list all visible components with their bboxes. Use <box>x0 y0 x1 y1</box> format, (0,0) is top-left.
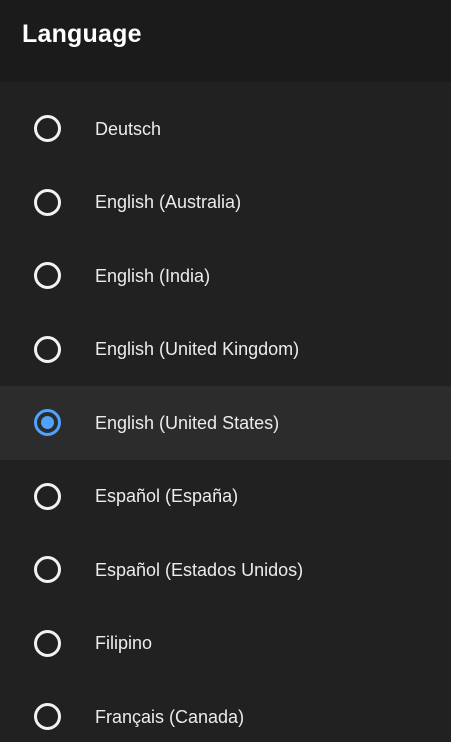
radio-unselected-icon <box>34 556 61 584</box>
radio-selected-icon <box>34 409 61 437</box>
radio-button[interactable] <box>33 702 62 731</box>
radio-unselected-icon <box>34 115 61 143</box>
radio-unselected-icon <box>34 482 61 510</box>
language-label: English (Australia) <box>95 192 242 213</box>
language-list[interactable]: Deutsch English (Australia) English (Ind… <box>0 82 451 742</box>
language-label: English (United States) <box>95 412 280 433</box>
radio-unselected-icon <box>34 629 61 657</box>
language-label: Filipino <box>95 633 153 654</box>
radio-button[interactable] <box>33 408 62 437</box>
language-screen: Language Deutsch English (Australia) Eng… <box>0 0 451 742</box>
radio-button[interactable] <box>33 114 62 143</box>
language-item-espanol-espana[interactable]: Español (España) <box>0 460 451 534</box>
language-item-english-united-kingdom[interactable]: English (United Kingdom) <box>0 313 451 387</box>
radio-unselected-icon <box>34 188 61 216</box>
page-title: Language <box>22 20 142 48</box>
radio-unselected-icon <box>34 703 61 731</box>
language-item-english-australia[interactable]: English (Australia) <box>0 166 451 240</box>
language-label: English (United Kingdom) <box>95 339 300 360</box>
language-label: Deutsch <box>95 118 162 139</box>
radio-unselected-icon <box>34 262 61 290</box>
radio-button[interactable] <box>33 555 62 584</box>
radio-button[interactable] <box>33 629 62 658</box>
language-item-filipino[interactable]: Filipino <box>0 607 451 681</box>
language-label: English (India) <box>95 265 211 286</box>
radio-unselected-icon <box>34 335 61 363</box>
radio-dot <box>41 416 54 430</box>
language-label: Español (España) <box>95 486 239 507</box>
header: Language <box>0 0 451 82</box>
radio-button[interactable] <box>33 482 62 511</box>
language-item-deutsch[interactable]: Deutsch <box>0 92 451 166</box>
language-item-english-india[interactable]: English (India) <box>0 239 451 313</box>
language-item-espanol-estados-unidos[interactable]: Español (Estados Unidos) <box>0 533 451 607</box>
radio-button[interactable] <box>33 261 62 290</box>
language-item-francais-canada[interactable]: Français (Canada) <box>0 680 451 742</box>
radio-button[interactable] <box>33 335 62 364</box>
language-label: Español (Estados Unidos) <box>95 559 304 580</box>
language-item-english-united-states[interactable]: English (United States) <box>0 386 451 460</box>
radio-button[interactable] <box>33 188 62 217</box>
language-label: Français (Canada) <box>95 706 245 727</box>
